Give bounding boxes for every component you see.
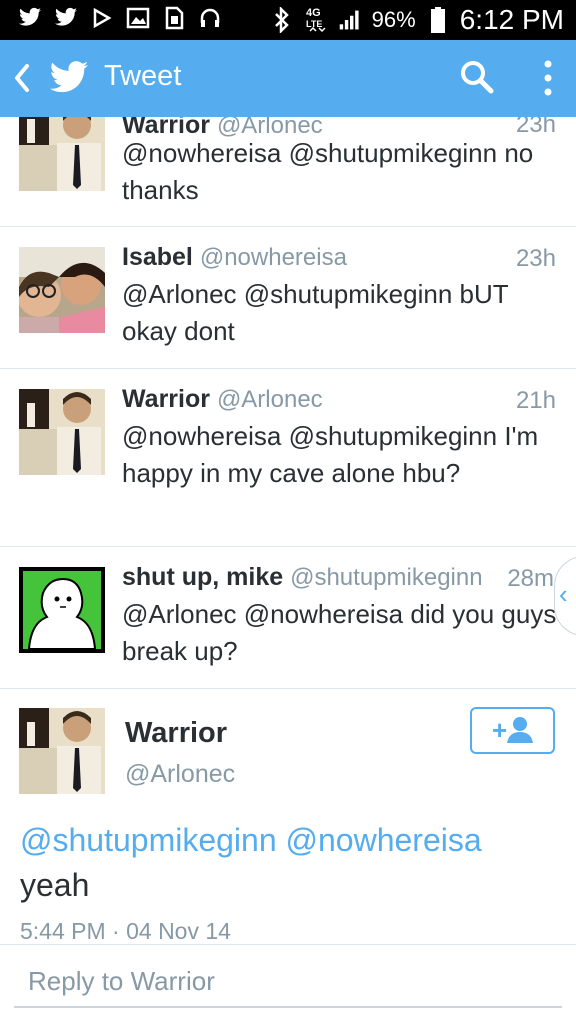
tweet-text: @Arlonec @shutupmikeginn bUT okay dont [122, 279, 509, 346]
reply-field[interactable] [14, 958, 562, 1008]
status-bar: 4G LTE 96% 6:12 PM [0, 0, 576, 40]
avatar[interactable] [19, 117, 105, 191]
gallery-icon [126, 6, 150, 30]
back-chevron-icon[interactable] [10, 61, 32, 95]
svg-text:LTE: LTE [306, 19, 322, 29]
divider [0, 944, 576, 945]
tweet-text: @nowhereisa @shutupmikeginn I'm happy in… [122, 421, 539, 488]
tweet-timestamp: 5:44 PM · 04 Nov 14 [20, 918, 231, 944]
detail-avatar[interactable] [19, 708, 105, 794]
detail-author-name[interactable]: Warrior [125, 717, 227, 750]
avatar[interactable] [19, 247, 105, 333]
twitter-bird-icon[interactable] [48, 60, 90, 96]
play-store-icon [90, 6, 114, 30]
avatar[interactable] [19, 567, 105, 653]
tweet-text: @Arlonec @nowhereisa did you guys break … [122, 599, 557, 666]
twitter-icon [54, 6, 78, 30]
detail-body: yeah [20, 867, 90, 903]
tweet-author[interactable]: Isabel @nowhereisa [122, 243, 347, 272]
twitter-icon [18, 6, 42, 30]
mention-link[interactable]: @shutupmikeginn [20, 822, 277, 858]
headphones-icon [198, 6, 222, 30]
tweet-item[interactable]: Warrior @Arlonec 21h @nowhereisa @shutup… [0, 369, 576, 547]
battery-icon [426, 7, 450, 33]
tweet-time: 21h [515, 387, 556, 414]
tweet-item[interactable]: shut up, mike @shutupmikeginn 28m @Arlon… [0, 547, 576, 689]
status-time: 6:12 PM [459, 4, 564, 35]
app-bar: Tweet [0, 40, 576, 117]
follow-button[interactable]: + [470, 707, 555, 754]
mention-link[interactable]: @nowhereisa [286, 822, 482, 858]
overflow-menu-icon[interactable] [538, 58, 558, 98]
avatar[interactable] [19, 389, 105, 475]
reply-input[interactable] [14, 958, 562, 1004]
follow-plus-label: + [492, 715, 507, 745]
sim-icon [162, 6, 186, 30]
tweet-author[interactable]: Warrior @Arlonec [122, 385, 323, 414]
signal-icon [338, 8, 362, 32]
add-user-icon: + [492, 715, 533, 745]
bluetooth-icon [270, 7, 294, 33]
battery-percent: 96% [371, 7, 416, 32]
chevron-left-icon: ‹ [559, 579, 568, 609]
tweet-text: @nowhereisa @shutupmikeginn no thanks [122, 138, 534, 205]
tweet-time: 23h [515, 245, 556, 272]
detail-author-handle[interactable]: @Arlonec [125, 760, 235, 789]
tweet-author[interactable]: shut up, mike @shutupmikeginn [122, 563, 483, 592]
tweet-item[interactable]: Warrior @Arlonec 23h @nowhereisa @shutup… [0, 117, 576, 227]
lte-icon: 4G LTE [304, 7, 328, 33]
detail-tweet-text: @shutupmikeginn @nowhereisa yeah [20, 818, 560, 908]
svg-text:4G: 4G [306, 7, 321, 19]
page-title: Tweet [104, 60, 182, 92]
search-icon[interactable] [458, 58, 496, 96]
tweet-time: 28m [507, 565, 554, 592]
tweet-item[interactable]: Isabel @nowhereisa 23h @Arlonec @shutupm… [0, 227, 576, 369]
